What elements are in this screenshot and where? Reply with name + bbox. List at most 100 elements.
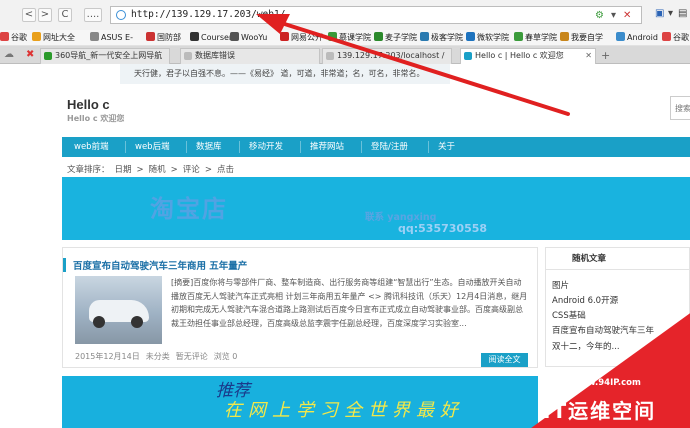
back-icon: < — [24, 9, 34, 20]
article-title[interactable]: 百度宣布自动驾驶汽车三年商用 五年量产 — [73, 258, 247, 272]
main-nav: web前端 web后端 数据库 移动开发 推荐网站 登陆/注册 关于 — [62, 137, 690, 157]
widget-item[interactable]: 图片 — [552, 279, 569, 291]
toolbar-menu-icon[interactable]: ▤ — [678, 8, 687, 19]
nav-item[interactable]: 关于 — [438, 137, 455, 157]
menu-dropdown-icon[interactable]: ▾ — [668, 8, 673, 19]
article-views: 浏览 0 — [213, 352, 238, 361]
bookmark-item[interactable]: 网易公开 — [280, 32, 323, 43]
bookmark-favicon-icon — [514, 32, 523, 41]
nav-item[interactable]: 推荐网站 — [310, 137, 344, 157]
bookmark-item[interactable]: 麦子学院 — [374, 32, 417, 43]
article-meta: 2015年12月14日 未分类 暂无评论 浏览 0 — [75, 351, 243, 362]
site-title[interactable]: Hello c — [67, 97, 110, 112]
bookmark-item[interactable]: 谷歌 — [0, 32, 27, 43]
bookmark-favicon-icon — [560, 32, 569, 41]
bookmark-item[interactable]: 微软学院 — [466, 32, 509, 43]
bookmark-item[interactable]: ASUS E- — [90, 32, 133, 42]
back-button[interactable]: < — [22, 8, 36, 22]
bookmark-favicon-icon — [230, 32, 239, 41]
watermark-text: IT运维空间 — [543, 399, 657, 423]
refresh-button[interactable]: C — [58, 8, 72, 22]
bookmark-favicon-icon — [90, 32, 99, 41]
tab-favicon-icon — [184, 52, 192, 60]
bookmark-favicon-icon — [32, 32, 41, 41]
refresh-icon: C — [61, 9, 69, 20]
taobao-banner[interactable]: 淘宝店 联系 yangxing qq:535730558 — [62, 177, 690, 240]
bookmark-favicon-icon — [374, 32, 383, 41]
bookmark-favicon-icon — [328, 32, 337, 41]
dropdown-icon[interactable]: ▾ — [611, 10, 616, 21]
widget-title: 随机文章 — [546, 248, 689, 270]
nav-separator — [428, 141, 429, 153]
forward-icon: > — [40, 9, 50, 20]
bookmark-item[interactable]: 国防部 — [146, 32, 181, 43]
nav-item[interactable]: 移动开发 — [249, 137, 283, 157]
address-bar[interactable]: http://139.129.17.203/web1/ ⚙ ▾ ✕ — [110, 6, 642, 24]
article-category[interactable]: 未分类 — [146, 352, 170, 361]
tab-localhost[interactable]: 139.129.17.203/localhost / — [322, 48, 452, 64]
apps-icon: .... — [86, 9, 100, 20]
close-tab-icon[interactable]: ✕ — [585, 49, 592, 63]
bookmark-item[interactable]: WooYu — [230, 32, 267, 42]
bookmark-item[interactable]: Courser — [190, 32, 232, 42]
bookmark-favicon-icon — [466, 32, 475, 41]
banner-qq: qq:535730558 — [398, 222, 488, 235]
bookmark-item[interactable]: 慕课学院 — [328, 32, 371, 43]
tab-db-error[interactable]: 数据库错误 — [180, 48, 320, 64]
stop-icon[interactable]: ✕ — [623, 10, 631, 21]
recommend-banner[interactable]: 推荐 在网上学习全世界最好 — [62, 376, 538, 428]
banner-title: 淘宝店 — [150, 195, 228, 223]
tab-360[interactable]: 360导航_新一代安全上网导航 — [40, 48, 170, 64]
sort-label: 文章排序： — [67, 165, 110, 175]
nav-item[interactable]: web前端 — [74, 137, 109, 157]
search-input[interactable]: 搜索 — [670, 96, 690, 120]
nav-separator — [186, 141, 187, 153]
bookmark-item[interactable]: Android — [616, 32, 658, 42]
bookmark-favicon-icon — [280, 32, 289, 41]
nav-separator — [239, 141, 240, 153]
user-icon[interactable]: ▣ — [655, 8, 664, 19]
forward-button[interactable]: > — [38, 8, 52, 22]
bookmark-item[interactable]: 网址大全 — [32, 32, 75, 43]
nav-item[interactable]: 登陆/注册 — [371, 137, 408, 157]
url-text[interactable]: http://139.129.17.203/web1/ — [131, 9, 285, 20]
tab-favicon-icon — [464, 52, 472, 60]
site-subtitle: Hello c 欢迎您 — [67, 114, 125, 123]
tab-hello-c[interactable]: Hello c | Hello c 欢迎您 ✕ — [460, 48, 596, 64]
bookmark-item[interactable]: 极客学院 — [420, 32, 463, 43]
bookmark-favicon-icon — [190, 32, 199, 41]
bookmark-favicon-icon — [662, 32, 671, 41]
nav-separator — [125, 141, 126, 153]
title-accent-bar — [63, 258, 66, 272]
nav-item[interactable]: 数据库 — [196, 137, 222, 157]
motto-bar: 天行健，君子以自强不息。——《易经》 道，可道，非常道；名，可名，非常名。 — [120, 64, 450, 84]
sort-clicks[interactable]: 点击 — [217, 165, 234, 175]
bookmark-item[interactable]: 我要自学 — [560, 32, 603, 43]
nav-separator — [300, 141, 301, 153]
bookmark-item[interactable]: 谷歌 — [662, 32, 689, 43]
cloud-icon: ☁ — [4, 49, 14, 60]
sort-random[interactable]: 随机 — [149, 165, 166, 175]
tab-favicon-icon — [44, 52, 52, 60]
new-tab-button[interactable]: + — [601, 49, 610, 62]
wheel-icon — [93, 316, 105, 328]
browser-toolbar: < > C .... http://139.129.17.203/web1/ ⚙… — [0, 0, 690, 30]
bookmark-favicon-icon — [420, 32, 429, 41]
nav-separator — [361, 141, 362, 153]
apps-button[interactable]: .... — [84, 8, 102, 22]
pin-icon: ✖ — [26, 49, 35, 60]
article-thumbnail[interactable] — [75, 276, 162, 344]
tab-strip: ☁ ✖ 360导航_新一代安全上网导航 数据库错误 139.129.17.203… — [0, 46, 690, 64]
wheel-icon — [131, 316, 143, 328]
article-comments[interactable]: 暂无评论 — [176, 352, 208, 361]
widget-item[interactable]: Android 6.0开源 — [552, 294, 618, 306]
sort-date[interactable]: 日期 — [115, 165, 132, 175]
site-info-icon[interactable] — [116, 10, 126, 20]
bookmark-favicon-icon — [146, 32, 155, 41]
sort-comments[interactable]: 评论 — [183, 165, 200, 175]
nav-item[interactable]: web后端 — [135, 137, 170, 157]
banner2-line2: 在网上学习全世界最好 — [224, 400, 464, 421]
bookmark-item[interactable]: 春草学院 — [514, 32, 557, 43]
security-icon[interactable]: ⚙ — [595, 10, 604, 21]
bookmark-favicon-icon — [616, 32, 625, 41]
